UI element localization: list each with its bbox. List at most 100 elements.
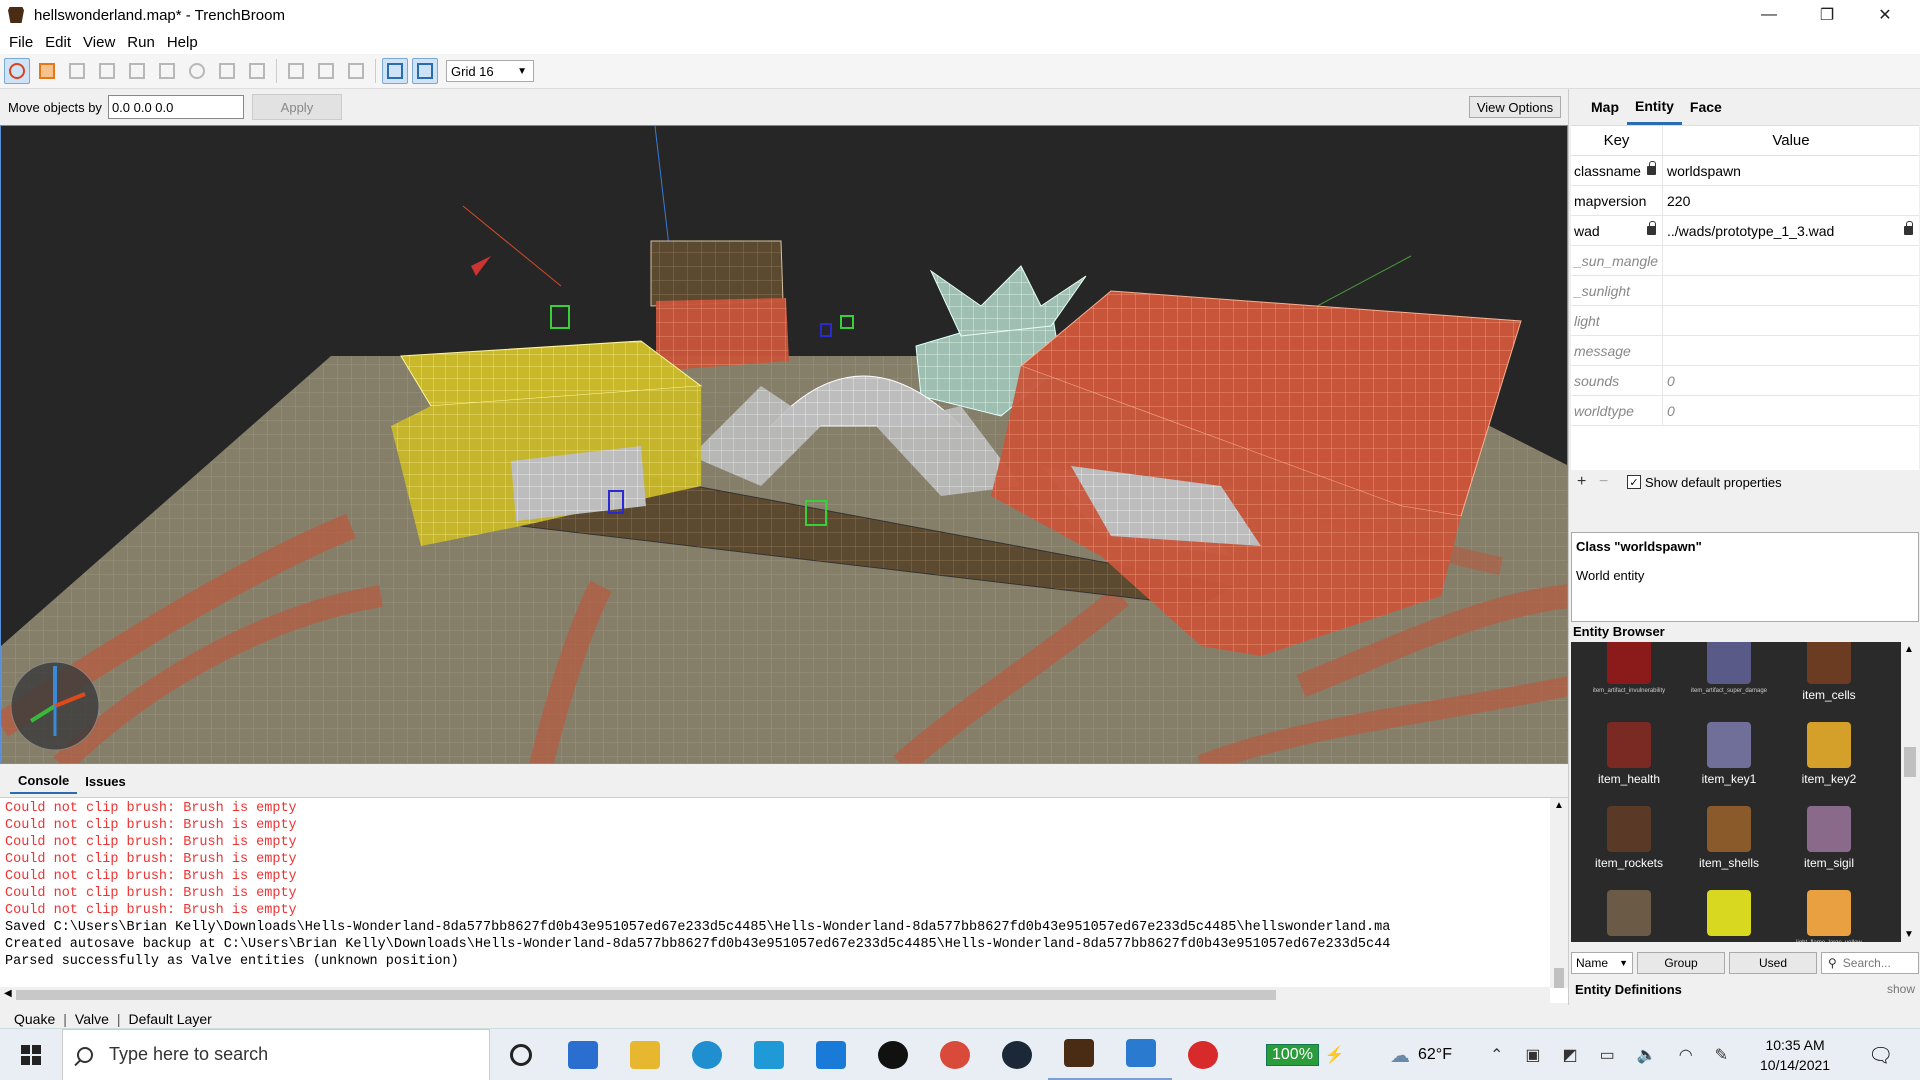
- entity-browser-item[interactable]: item_artifact_super_damage: [1679, 642, 1779, 720]
- console-output[interactable]: Could not clip brush: Brush is empty Coul…: [0, 797, 1568, 1003]
- scroll-thumb[interactable]: [16, 990, 1276, 1000]
- property-value[interactable]: [1663, 246, 1919, 275]
- property-row[interactable]: sounds 0: [1571, 366, 1919, 396]
- property-key[interactable]: mapversion: [1571, 186, 1663, 215]
- property-value[interactable]: ../wads/prototype_1_3.wad: [1663, 216, 1919, 245]
- notification-icon[interactable]: 🗨: [1868, 1029, 1893, 1080]
- show-default-checkbox[interactable]: ✓: [1627, 475, 1641, 489]
- tab-face[interactable]: Face: [1682, 89, 1730, 125]
- taskbar-app-button[interactable]: [800, 1029, 862, 1080]
- taskbar-app-button[interactable]: [552, 1029, 614, 1080]
- entity-browser-item[interactable]: item_key1: [1679, 720, 1779, 804]
- scroll-down-icon[interactable]: ▼: [1904, 929, 1914, 940]
- view-options-button[interactable]: View Options: [1469, 96, 1561, 118]
- property-row[interactable]: message: [1571, 336, 1919, 366]
- menu-edit[interactable]: Edit: [39, 34, 77, 51]
- clip-tool-button[interactable]: [124, 58, 150, 84]
- taskbar-app-button[interactable]: [986, 1029, 1048, 1080]
- edge-tool-button[interactable]: [184, 58, 210, 84]
- taskbar-app-button[interactable]: [738, 1029, 800, 1080]
- grid-size-select[interactable]: Grid 16 ▼: [446, 60, 534, 82]
- entity-definitions-show-link[interactable]: show: [1887, 982, 1915, 996]
- scroll-left-icon[interactable]: ◀: [4, 988, 12, 999]
- property-key[interactable]: _sun_mangle: [1571, 246, 1663, 275]
- scroll-thumb[interactable]: [1554, 968, 1564, 988]
- property-value[interactable]: 220: [1663, 186, 1919, 215]
- used-button[interactable]: Used: [1729, 952, 1817, 974]
- entity-browser-item[interactable]: item_key2: [1779, 720, 1879, 804]
- taskbar-app-button[interactable]: [1172, 1029, 1234, 1080]
- entity-browser-grid[interactable]: item_artifact_invulnerability item_artifa…: [1571, 642, 1901, 942]
- property-key[interactable]: classname: [1571, 156, 1663, 185]
- camera-icon[interactable]: ▣: [1525, 1045, 1540, 1065]
- property-key[interactable]: worldtype: [1571, 396, 1663, 425]
- status-layer[interactable]: Default Layer: [129, 1011, 212, 1027]
- entity-browser-item[interactable]: item_rockets: [1579, 804, 1679, 888]
- entity-browser-item[interactable]: light_flame_large_yellow: [1779, 888, 1879, 942]
- chevron-up-icon[interactable]: ⌃: [1490, 1045, 1503, 1065]
- flip-horizontal-button[interactable]: [313, 58, 339, 84]
- property-row[interactable]: _sun_mangle: [1571, 246, 1919, 276]
- taskbar-search-box[interactable]: Type here to search: [62, 1028, 490, 1080]
- minimize-button[interactable]: —: [1740, 0, 1798, 30]
- move-objects-input[interactable]: [107, 95, 244, 119]
- texture-lock-button[interactable]: [382, 58, 408, 84]
- property-row[interactable]: _sunlight: [1571, 276, 1919, 306]
- property-key[interactable]: message: [1571, 336, 1663, 365]
- property-key[interactable]: sounds: [1571, 366, 1663, 395]
- network-badge-icon[interactable]: ◩: [1563, 1045, 1578, 1065]
- duplicate-button[interactable]: [283, 58, 309, 84]
- taskbar-app-button[interactable]: [1048, 1029, 1110, 1080]
- property-value[interactable]: worldspawn: [1663, 156, 1919, 185]
- close-button[interactable]: ✕: [1856, 0, 1914, 30]
- maximize-button[interactable]: ❐: [1798, 0, 1856, 30]
- property-key[interactable]: _sunlight: [1571, 276, 1663, 305]
- tab-map[interactable]: Map: [1583, 89, 1627, 125]
- entity-browser-scrollbar[interactable]: ▲ ▼: [1901, 642, 1919, 942]
- scroll-up-icon[interactable]: ▲: [1904, 644, 1914, 655]
- tab-entity[interactable]: Entity: [1627, 89, 1682, 125]
- scale-tool-button[interactable]: [64, 58, 90, 84]
- tab-issues[interactable]: Issues: [77, 768, 133, 794]
- entity-browser-item[interactable]: light: [1679, 888, 1779, 942]
- scroll-thumb[interactable]: [1904, 747, 1916, 777]
- face-tool-button[interactable]: [214, 58, 240, 84]
- property-row[interactable]: wad ../wads/prototype_1_3.wad: [1571, 216, 1919, 246]
- rotate-tool-button[interactable]: [34, 58, 60, 84]
- entity-browser-item[interactable]: item_artifact_invulnerability: [1579, 642, 1679, 720]
- start-button[interactable]: [0, 1029, 62, 1080]
- tab-console[interactable]: Console: [10, 768, 78, 794]
- entity-browser-item[interactable]: item_sigil: [1779, 804, 1879, 888]
- taskbar-clock[interactable]: 10:35 AM 10/14/2021: [1760, 1029, 1830, 1080]
- apply-button[interactable]: Apply: [251, 94, 342, 120]
- group-button[interactable]: Group: [1637, 952, 1725, 974]
- move-tool-button[interactable]: [4, 58, 30, 84]
- taskbar-app-button[interactable]: [614, 1029, 676, 1080]
- property-row[interactable]: worldtype 0: [1571, 396, 1919, 426]
- uv-tool-button[interactable]: [244, 58, 270, 84]
- vertex-tool-button[interactable]: [154, 58, 180, 84]
- battery-indicator[interactable]: 100% ⚡: [1266, 1029, 1345, 1080]
- sort-select[interactable]: Name ▼: [1571, 952, 1633, 974]
- menu-run[interactable]: Run: [121, 34, 161, 51]
- entity-browser-item[interactable]: item_shells: [1679, 804, 1779, 888]
- console-horizontal-scrollbar[interactable]: ◀: [0, 987, 1550, 1003]
- property-value[interactable]: [1663, 276, 1919, 305]
- taskbar-app-button[interactable]: [862, 1029, 924, 1080]
- property-key[interactable]: light: [1571, 306, 1663, 335]
- add-property-button[interactable]: +: [1577, 473, 1599, 491]
- entity-search-input[interactable]: ⚲ Search...: [1821, 952, 1919, 974]
- taskbar-app-button[interactable]: [1110, 1029, 1172, 1080]
- property-value[interactable]: 0: [1663, 396, 1919, 425]
- property-row[interactable]: classname worldspawn: [1571, 156, 1919, 186]
- entity-browser-item[interactable]: item_health: [1579, 720, 1679, 804]
- menu-view[interactable]: View: [77, 34, 121, 51]
- wifi-icon[interactable]: ◠: [1679, 1045, 1693, 1065]
- shear-tool-button[interactable]: [94, 58, 120, 84]
- property-value[interactable]: [1663, 306, 1919, 335]
- taskbar-app-button[interactable]: [924, 1029, 986, 1080]
- scroll-up-icon[interactable]: ▲: [1554, 800, 1564, 811]
- console-vertical-scrollbar[interactable]: ▲: [1550, 798, 1568, 988]
- menu-help[interactable]: Help: [161, 34, 204, 51]
- property-row[interactable]: mapversion 220: [1571, 186, 1919, 216]
